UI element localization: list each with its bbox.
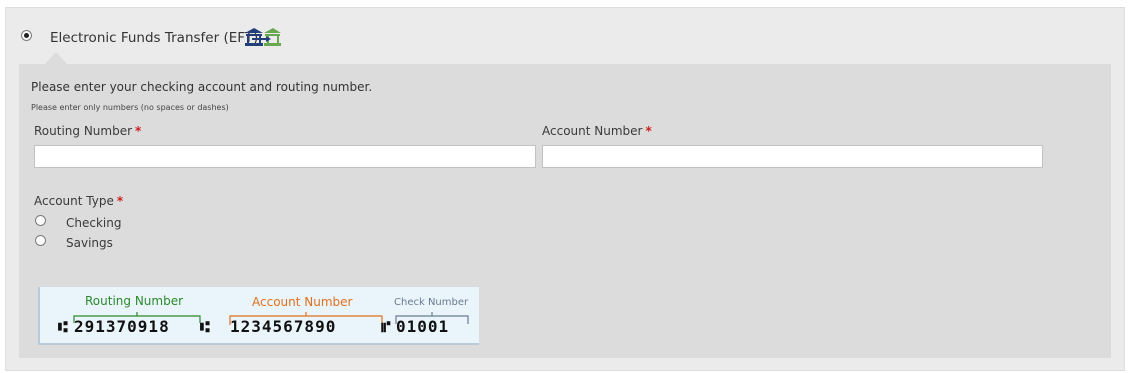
diagram-account-label: Account Number [252,295,353,309]
account-type-label-text: Account Type [34,194,114,208]
required-marker: * [116,194,124,208]
account-type-label: Account Type * [34,194,123,208]
routing-number-label-text: Routing Number [34,124,133,138]
panel-pointer [45,52,67,64]
checking-radio[interactable] [35,215,46,226]
checking-option-label[interactable]: Checking [66,216,121,230]
micr-account-digits: 1234567890 [230,317,336,336]
instruction-text: Please enter your checking account and r… [31,80,373,94]
eft-radio[interactable] [21,30,32,41]
savings-radio[interactable] [35,235,46,246]
micr-routing-digits: 291370918 [74,317,170,336]
account-number-label: Account Number * [542,124,652,138]
diagram-routing-label: Routing Number [85,294,183,308]
micr-routing-symbol-left: ⑆ [58,317,68,336]
micr-routing-symbol-right: ⑆ [200,317,210,336]
required-marker: * [135,124,142,138]
eft-label[interactable]: Electronic Funds Transfer (EFT) [50,30,258,46]
required-marker: * [645,124,652,138]
micr-on-us-symbol: ⑈ [381,317,391,336]
instruction-note: Please enter only numbers (no spaces or … [31,103,229,112]
savings-option-label[interactable]: Savings [66,236,113,250]
diagram-check-label: Check Number [394,297,469,308]
account-number-label-text: Account Number [542,124,643,138]
bank-transfer-icon [244,27,282,51]
account-number-input[interactable] [542,145,1043,168]
check-diagram: Routing Number Account Number Check Numb… [38,287,479,345]
routing-number-input[interactable] [34,145,536,168]
micr-check-digits: 01001 [396,317,449,336]
routing-number-label: Routing Number * [34,124,141,138]
